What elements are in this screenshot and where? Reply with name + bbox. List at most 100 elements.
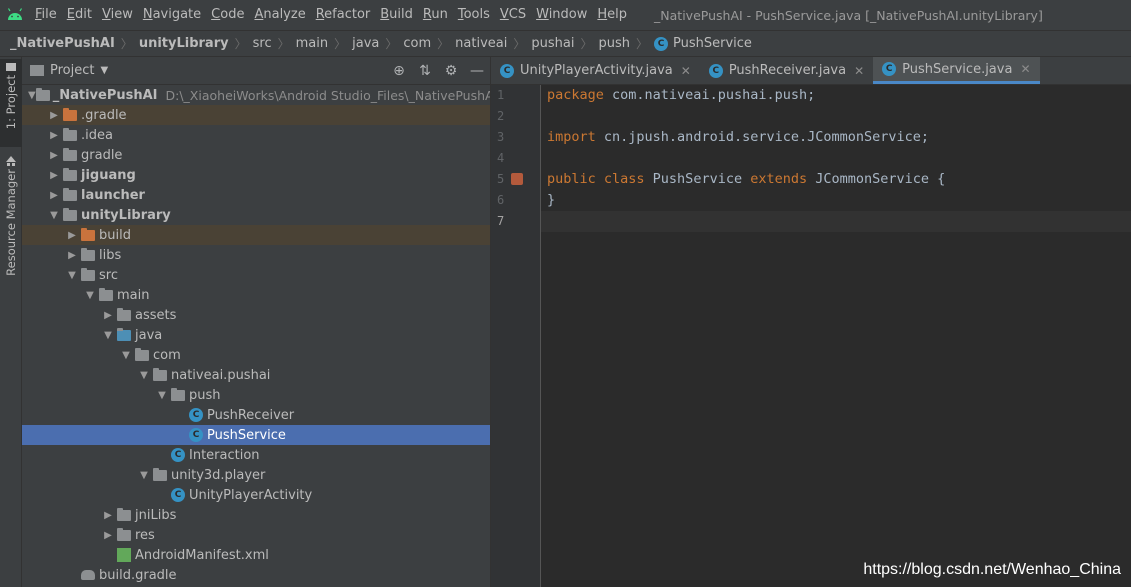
gear-icon[interactable]: ⚙ (438, 60, 464, 82)
close-icon[interactable]: ✕ (681, 64, 691, 78)
tree-row[interactable]: ▼ src (22, 265, 490, 285)
line-number: 6 (497, 193, 505, 207)
chevron-down-icon[interactable]: ▼ (28, 90, 36, 101)
crumb-nativeai[interactable]: nativeai (455, 36, 507, 51)
tree-row[interactable]: ▶ res (22, 525, 490, 545)
crumb-java[interactable]: java (352, 36, 379, 51)
chevron-right-icon[interactable]: ▶ (100, 510, 116, 521)
tree-row[interactable]: ▶ assets (22, 305, 490, 325)
tree-row[interactable]: AndroidManifest.xml (22, 545, 490, 565)
tree-row[interactable]: build.gradle (22, 565, 490, 585)
keyword: extends (750, 171, 808, 187)
tree-label: push (189, 387, 221, 403)
tab-pushreceiver[interactable]: C PushReceiver.java ✕ (700, 57, 873, 84)
tree-row[interactable]: ▶ .gradle (22, 105, 490, 125)
crumb-module[interactable]: unityLibrary (139, 36, 229, 51)
menu-analyze[interactable]: Analyze (249, 0, 310, 30)
chevron-down-icon[interactable]: ▼ (136, 370, 152, 381)
code-area[interactable]: package com.nativeai.pushai.push; import… (541, 85, 1131, 232)
folder-icon (62, 127, 78, 143)
chevron-right-icon[interactable]: ▶ (100, 530, 116, 541)
tree-row[interactable]: ▼ unity3d.player (22, 465, 490, 485)
menu-build[interactable]: Build (375, 0, 418, 30)
chevron-down-icon[interactable]: ▼ (100, 65, 108, 76)
chevron-right-icon[interactable]: ▶ (100, 310, 116, 321)
chevron-right-icon[interactable]: ▶ (46, 190, 62, 201)
crumb-com[interactable]: com (403, 36, 431, 51)
package-icon (152, 367, 168, 383)
crumb-class-label: PushService (673, 36, 752, 51)
close-icon[interactable]: ✕ (1020, 62, 1030, 76)
tree-label: unity3d.player (171, 467, 266, 483)
implementation-marker-icon[interactable] (511, 173, 523, 185)
chevron-right-icon[interactable]: ▶ (64, 250, 80, 261)
chevron-down-icon[interactable]: ▼ (154, 390, 170, 401)
chevron-right-icon[interactable]: ▶ (46, 130, 62, 141)
tree-row[interactable]: ▶ gradle (22, 145, 490, 165)
crumb-pushai[interactable]: pushai (531, 36, 574, 51)
code-line: package com.nativeai.pushai.push; (541, 85, 1131, 106)
chevron-right-icon[interactable]: ▶ (46, 110, 62, 121)
hide-panel-icon[interactable]: — (464, 60, 490, 82)
tree-row[interactable]: ▼ com (22, 345, 490, 365)
menu-navigate[interactable]: Navigate (138, 0, 206, 30)
tree-row[interactable]: ▶ jniLibs (22, 505, 490, 525)
tree-row[interactable]: ▼ push (22, 385, 490, 405)
chevron-down-icon[interactable]: ▼ (100, 330, 116, 341)
line-number: 1 (497, 88, 505, 102)
editor-tabbar: C UnityPlayerActivity.java ✕ C PushRecei… (491, 57, 1131, 85)
menu-file[interactable]: File (30, 0, 62, 30)
crumb-src[interactable]: src (253, 36, 272, 51)
project-tool-tab[interactable]: 1: Project (0, 59, 22, 147)
chevron-right-icon: 〉 (277, 37, 290, 51)
chevron-down-icon[interactable]: ▼ (82, 290, 98, 301)
menu-run[interactable]: Run (418, 0, 453, 30)
menu-tools[interactable]: Tools (453, 0, 495, 30)
chevron-down-icon[interactable]: ▼ (46, 210, 62, 221)
menu-window[interactable]: Window (531, 0, 592, 30)
tree-row[interactable]: ▼ nativeai.pushai (22, 365, 490, 385)
resources-folder-icon (116, 527, 132, 543)
menu-refactor[interactable]: Refactor (311, 0, 376, 30)
locate-file-icon[interactable]: ⊕ (386, 60, 412, 82)
chevron-right-icon[interactable]: ▶ (46, 170, 62, 181)
menu-vcs[interactable]: VCS (495, 0, 531, 30)
collapse-all-icon[interactable]: ⇅ (412, 60, 438, 82)
crumb-project[interactable]: _NativePushAI (10, 36, 115, 51)
tree-row[interactable]: ▶ .idea (22, 125, 490, 145)
close-icon[interactable]: ✕ (854, 64, 864, 78)
chevron-down-icon[interactable]: ▼ (118, 350, 134, 361)
chevron-right-icon[interactable]: ▶ (64, 230, 80, 241)
line-gutter[interactable]: 1 2 3 4 5 6 7 (491, 85, 541, 587)
crumb-main[interactable]: main (296, 36, 328, 51)
chevron-down-icon[interactable]: ▼ (136, 470, 152, 481)
tree-row[interactable]: C PushReceiver (22, 405, 490, 425)
tab-unityplayeractivity[interactable]: C UnityPlayerActivity.java ✕ (491, 57, 700, 84)
tree-row-selected[interactable]: C PushService (22, 425, 490, 445)
crumb-push[interactable]: push (598, 36, 630, 51)
tree-label: assets (135, 307, 177, 323)
tree-row[interactable]: ▶ jiguang (22, 165, 490, 185)
menu-help[interactable]: Help (592, 0, 632, 30)
breadcrumb: _NativePushAI 〉 unityLibrary 〉 src 〉 main 〉 … (0, 30, 1131, 57)
crumb-class[interactable]: C PushService (654, 36, 752, 51)
tree-row-root[interactable]: ▼ _NativePushAI D:\_XiaoheiWorks\Android… (22, 85, 497, 105)
tree-row[interactable]: ▼ java (22, 325, 490, 345)
resource-manager-tab[interactable]: Resource Manager (0, 153, 22, 277)
tree-label: UnityPlayerActivity (189, 487, 313, 503)
menu-view[interactable]: View (97, 0, 138, 30)
tree-row[interactable]: ▼ unityLibrary (22, 205, 490, 225)
chevron-down-icon[interactable]: ▼ (64, 270, 80, 281)
project-view-selector[interactable]: Project (50, 63, 94, 78)
tree-row[interactable]: ▶ build (22, 225, 490, 245)
tree-row[interactable]: ▶ libs (22, 245, 490, 265)
menu-code[interactable]: Code (206, 0, 249, 30)
tree-row[interactable]: C UnityPlayerActivity (22, 485, 490, 505)
tab-pushservice[interactable]: C PushService.java ✕ (873, 57, 1040, 84)
tree-row[interactable]: ▶ launcher (22, 185, 490, 205)
menu-edit[interactable]: Edit (62, 0, 97, 30)
tree-row[interactable]: ▼ main (22, 285, 490, 305)
chevron-right-icon[interactable]: ▶ (46, 150, 62, 161)
keyword: package (547, 87, 604, 103)
tree-row[interactable]: C Interaction (22, 445, 490, 465)
